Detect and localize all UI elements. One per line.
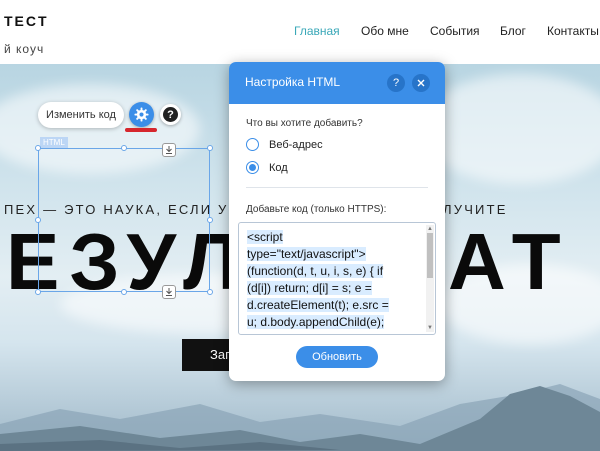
nav-about[interactable]: Обо мне — [361, 24, 409, 38]
code-field-label: Добавьте код (только HTTPS): — [246, 204, 387, 215]
html-element-selection[interactable] — [38, 148, 210, 292]
question-icon: ? — [163, 107, 178, 122]
resize-handle[interactable] — [35, 289, 41, 295]
close-icon — [417, 79, 425, 87]
html-settings-dialog: Настройка HTML ? Что вы хотите добавить?… — [229, 62, 445, 381]
nav-home[interactable]: Главная — [294, 24, 340, 38]
radio-code[interactable] — [246, 161, 259, 174]
radio-web-address[interactable] — [246, 138, 259, 151]
edit-code-button[interactable]: Изменить код — [38, 102, 124, 128]
update-button[interactable]: Обновить — [296, 346, 378, 368]
settings-button[interactable] — [129, 102, 154, 127]
site-tagline: й коуч — [4, 42, 45, 56]
radio-code-label[interactable]: Код — [269, 162, 288, 174]
question-icon: ? — [392, 77, 400, 89]
resize-handle[interactable] — [35, 145, 41, 151]
code-scrollbar-thumb[interactable] — [427, 233, 433, 278]
gear-icon — [134, 107, 149, 122]
site-header: TECT й коуч Главная Обо мне События Блог… — [0, 0, 600, 64]
resize-handle[interactable] — [207, 289, 213, 295]
highlight-underline — [125, 128, 157, 132]
download-icon — [166, 146, 172, 154]
resize-handle[interactable] — [35, 217, 41, 223]
scroll-down-icon[interactable]: ▼ — [427, 325, 433, 331]
html-element-tag: HTML — [40, 137, 68, 148]
help-button[interactable]: ? — [160, 104, 181, 125]
radio-web-address-label[interactable]: Веб-адрес — [269, 139, 323, 151]
add-type-question: Что вы хотите добавить? — [246, 118, 363, 129]
download-icon — [166, 288, 172, 296]
main-nav: Главная Обо мне События Блог Контакты — [0, 24, 600, 40]
resize-handle[interactable] — [121, 145, 127, 151]
code-textarea[interactable]: <script type="text/javascript"> (functio… — [238, 222, 436, 335]
nav-blog[interactable]: Блог — [500, 24, 526, 38]
code-content: <script type="text/javascript"> (functio… — [247, 230, 389, 329]
scroll-up-icon[interactable]: ▲ — [427, 226, 433, 232]
dialog-help-button[interactable]: ? — [387, 74, 405, 92]
dialog-close-button[interactable] — [412, 74, 430, 92]
resize-handle[interactable] — [121, 289, 127, 295]
nav-events[interactable]: События — [430, 24, 480, 38]
resize-handle[interactable] — [207, 145, 213, 151]
resize-handle[interactable] — [207, 217, 213, 223]
hero-subtitle-right: ЛУЧИТЕ — [443, 202, 508, 217]
nav-contacts[interactable]: Контакты — [547, 24, 599, 38]
stretch-button-bottom[interactable] — [162, 285, 176, 299]
dialog-header: Настройка HTML ? — [229, 62, 445, 104]
stretch-button-top[interactable] — [162, 143, 176, 157]
dialog-title: Настройка HTML — [245, 75, 341, 89]
hero-headline-right: АТ — [448, 217, 571, 306]
dialog-divider — [246, 187, 428, 188]
